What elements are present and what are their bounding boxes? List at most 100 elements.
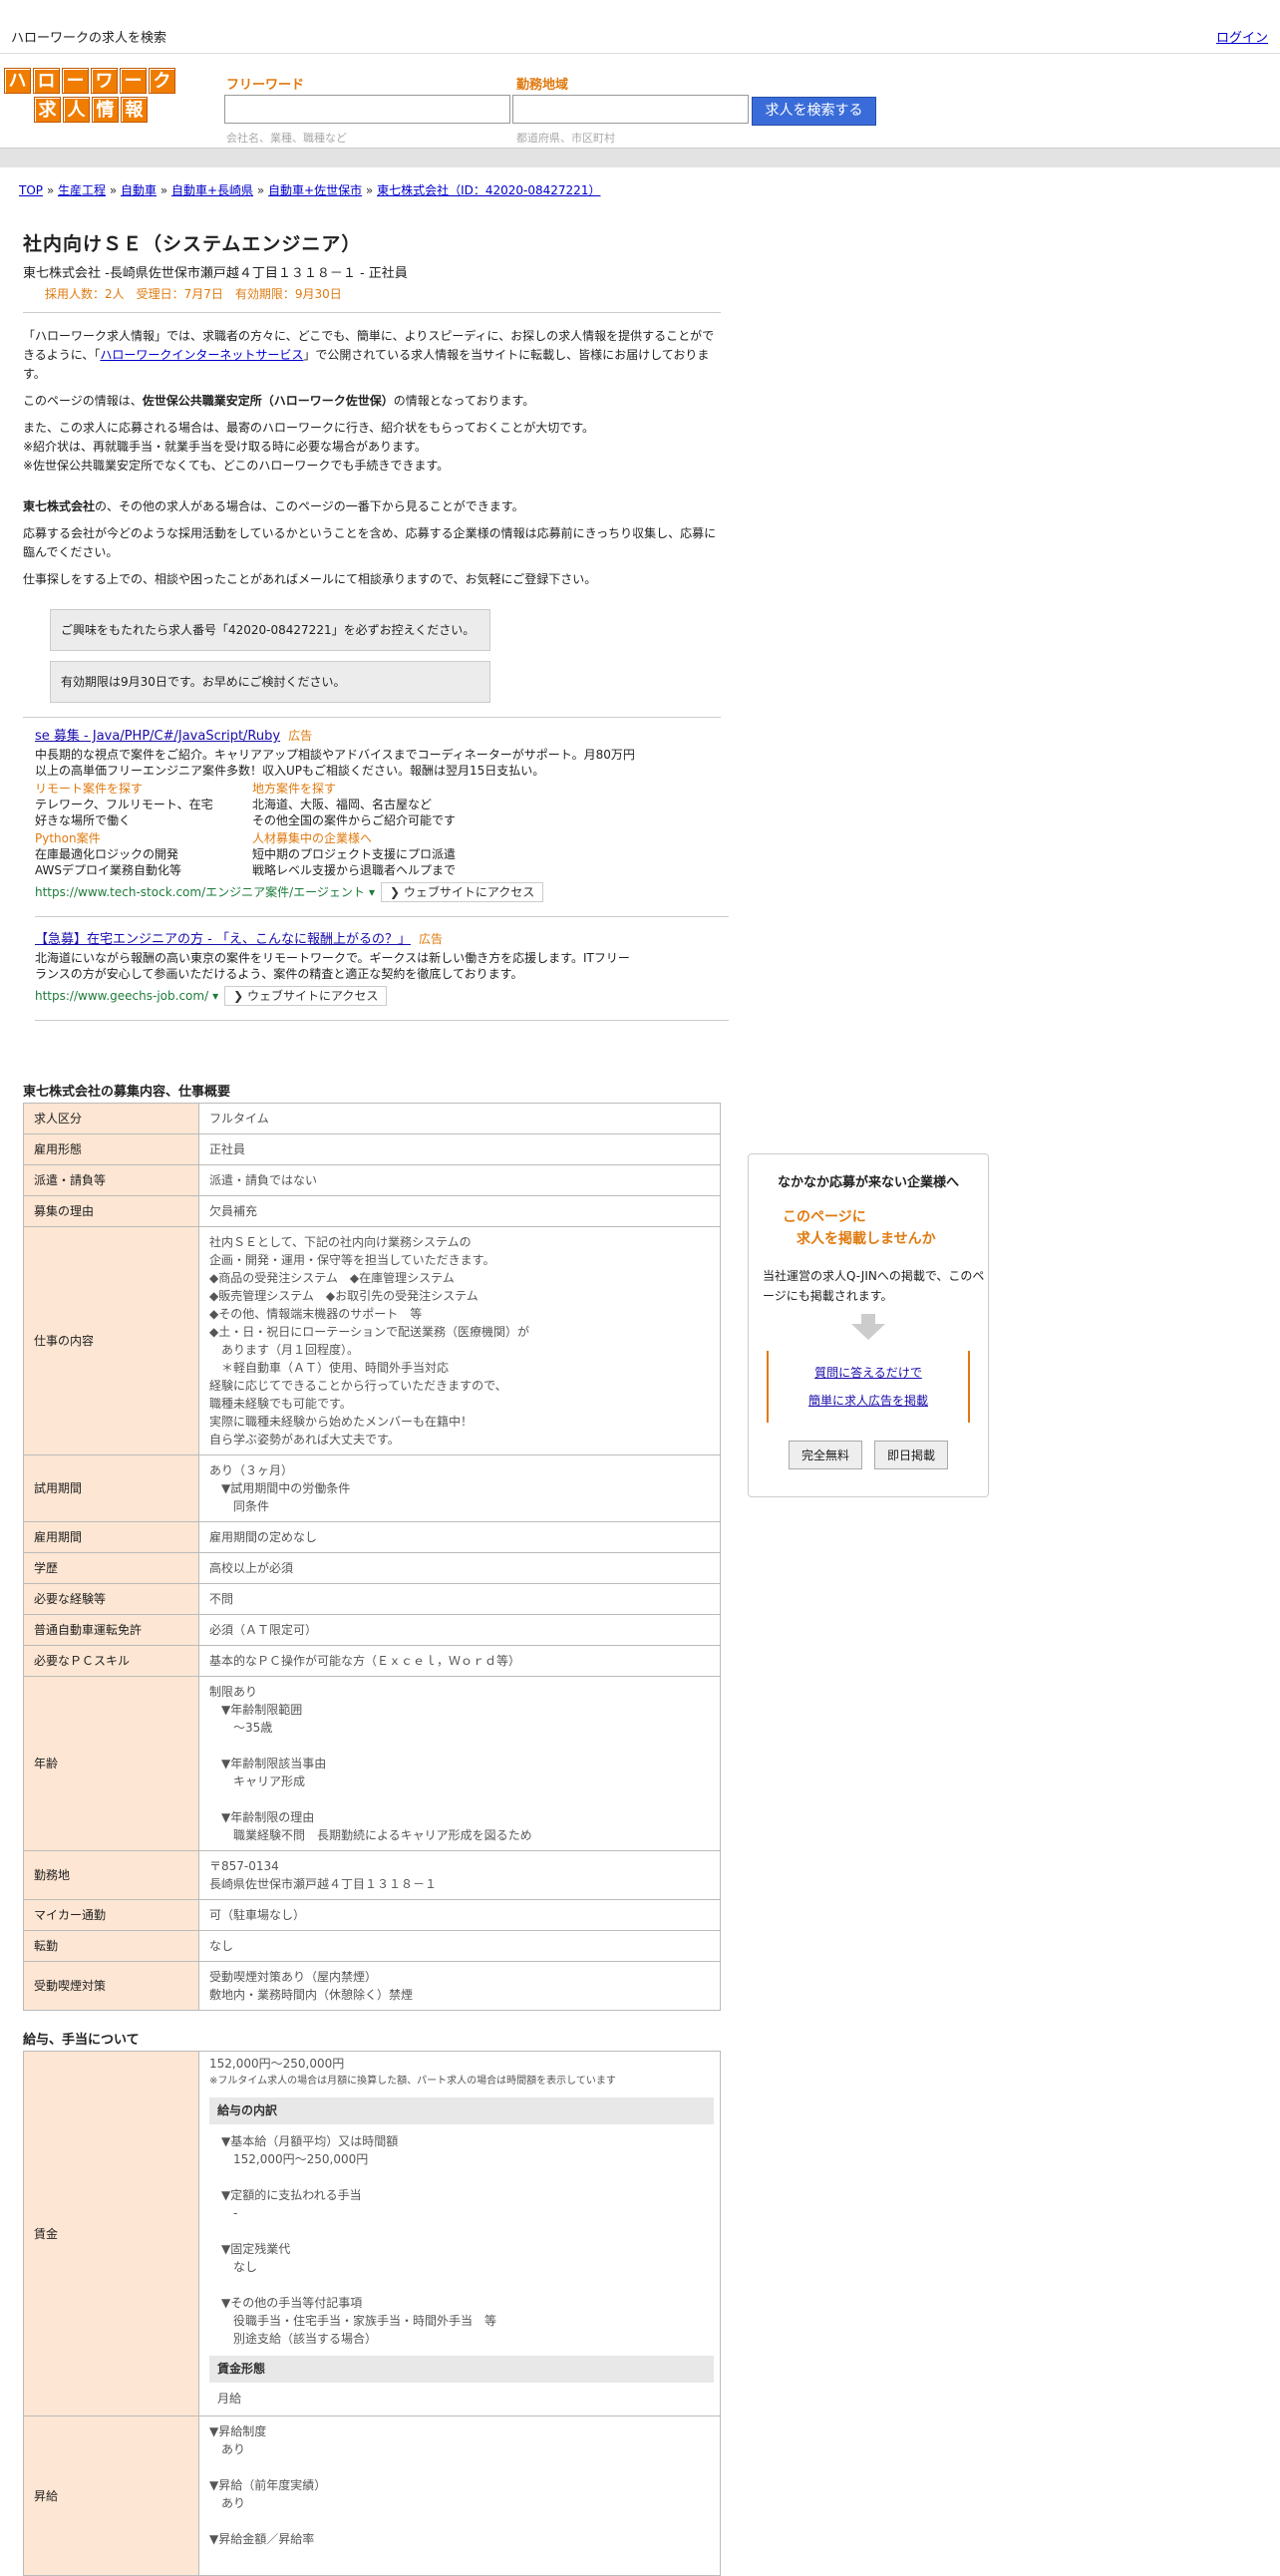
- ad-url-row: https://www.tech-stock.com/エンジニア案件/エージェン…: [35, 882, 641, 902]
- row-value: 〒857-0134 長崎県佐世保市瀬戸越４丁目１３１８－１: [198, 1850, 721, 1900]
- row-value: 正社員: [198, 1133, 721, 1165]
- consult-paragraph: 仕事探しをする上での、相談や困ったことがあればメールにて相談承りますので、お気軽…: [23, 572, 597, 586]
- logo-char: 人: [63, 97, 90, 123]
- row-value: 受動喫煙対策あり（屋内禁煙） 敷地内・業務時間内（休憩除く）禁煙: [198, 1961, 721, 2011]
- referral-note-2: ※佐世保公共職業安定所でなくても、どこのハローワークでも手続きできます。: [23, 459, 450, 473]
- divider: [35, 1020, 729, 1021]
- logo-char: ク: [149, 68, 175, 94]
- ad-url[interactable]: https://www.tech-stock.com/エンジニア案件/エージェン…: [35, 884, 365, 900]
- job-number-notice: ご興味をもたれたら求人番号「42020-08427221」を必ずお控えください。: [50, 609, 490, 651]
- breadcrumb-industry[interactable]: 自動車: [121, 183, 157, 197]
- freeword-label: フリーワード: [226, 78, 305, 93]
- freeword-hint: 会社名、業種、職種など: [226, 132, 347, 145]
- row-value: 必須（ＡＴ限定可）: [198, 1614, 721, 1646]
- row-label: 求人区分: [23, 1103, 199, 1134]
- table-row: マイカー通勤 可（駐車場なし）: [23, 1899, 721, 1931]
- ad-sitelinks-row: Python案件 在庫最適化ロジックの開発 AWSデプロイ業務自動化等 人材募集…: [35, 830, 641, 878]
- row-label: 年齢: [23, 1676, 199, 1851]
- header-divider-bar: [0, 148, 1280, 167]
- ad-badge: 広告: [288, 729, 313, 743]
- visit-website-button[interactable]: ❯ ウェブサイトにアクセス: [224, 986, 388, 1006]
- breadcrumb-prefecture[interactable]: 自動車+長崎県: [171, 183, 253, 197]
- logo-char: ロ: [33, 68, 60, 94]
- row-value: 制限あり ▼年齢制限範囲 〜35歳 ▼年齢制限該当事由 キャリア形成 ▼年齢制限…: [198, 1676, 721, 1851]
- freeword-input[interactable]: [224, 95, 510, 124]
- promo-headline-line: このページに: [783, 1209, 866, 1225]
- breadcrumb-top[interactable]: TOP: [19, 183, 43, 197]
- ad-url[interactable]: https://www.geechs-job.com/: [35, 988, 208, 1004]
- table-row: 求人区分 フルタイム: [23, 1103, 721, 1134]
- search-header: ハ ロ ー ワ ー ク 求 人 情 報 フリーワード 会社名、業種、職種など 勤…: [0, 55, 1280, 148]
- ad-sitelink[interactable]: Python案件 在庫最適化ロジックの開発 AWSデプロイ業務自動化等: [35, 830, 252, 878]
- area-label: 勤務地域: [516, 78, 569, 93]
- logo-row-1: ハ ロ ー ワ ー ク: [4, 68, 179, 94]
- hellowork-service-link[interactable]: ハローワークインターネットサービス: [100, 348, 303, 362]
- section-heading: 東七株式会社の募集内容、仕事概要: [23, 1085, 231, 1100]
- row-label: 雇用期間: [23, 1521, 199, 1553]
- job-spec-table: 求人区分 フルタイム 雇用形態 正社員 派遣・請負等 派遣・請負ではない 募集の理由 欠員補充…: [23, 1103, 721, 2011]
- ad-sitelink-text: 短中期のプロジェクト支援にプロ派遣: [252, 847, 457, 861]
- row-label: マイカー通勤: [23, 1899, 199, 1931]
- ad-sitelink[interactable]: リモート案件を探す テレワーク、フルリモート、在宅 好きな場所で働く: [35, 781, 252, 828]
- logo-char: ー: [62, 68, 89, 94]
- login-link[interactable]: ログイン: [1216, 27, 1268, 46]
- row-label: 普通自動車運転免許: [23, 1614, 199, 1646]
- promo-link-post-ad[interactable]: 簡単に求人広告を掲載: [808, 1394, 928, 1408]
- area-input[interactable]: [512, 95, 749, 124]
- row-value: 社内ＳＥとして、下記の社内向け業務システムの 企画・開発・運用・保守等を担当して…: [198, 1226, 721, 1455]
- row-label: 昇給: [23, 2415, 199, 2576]
- ad-sitelink-title: 人材募集中の企業様へ: [252, 831, 373, 845]
- row-label: 募集の理由: [23, 1195, 199, 1227]
- same-day-button[interactable]: 即日掲載: [874, 1441, 949, 1469]
- logo-char: 情: [92, 97, 119, 123]
- chevron-down-icon[interactable]: ▾: [369, 884, 375, 900]
- breadcrumb: TOP » 生産工程 » 自動車 » 自動車+長崎県 » 自動車+佐世保市 » …: [19, 181, 600, 198]
- visit-website-button[interactable]: ❯ ウェブサイトにアクセス: [380, 882, 544, 902]
- row-label: 学歴: [23, 1552, 199, 1584]
- breadcrumb-company[interactable]: 東七株式会社（ID：42020-08427221）: [377, 183, 600, 197]
- row-value: 可（駐車場なし）: [198, 1899, 721, 1931]
- intro-paragraph: 「ハローワーク求人情報」では、求職者の方々に、どこでも、簡単に、よりスピーディに…: [23, 327, 721, 384]
- row-label: 必要な経験等: [23, 1583, 199, 1615]
- row-value: ▼昇給制度 あり ▼昇給（前年度実績） あり ▼昇給金額／昇給率: [198, 2415, 721, 2576]
- wage-range: 152,000円〜250,000円: [209, 2057, 345, 2071]
- ad-sitelink[interactable]: 地方案件を探す 北海道、大阪、福岡、名古屋など その他全国の案件からご紹介可能で…: [252, 781, 470, 828]
- source-text: の情報となっております。: [393, 394, 535, 408]
- row-label: 転勤: [23, 1930, 199, 1962]
- other-jobs-paragraph: 東七株式会社の、その他の求人がある場合は、このページの一番下から見ることができま…: [23, 497, 721, 516]
- table-row: 雇用期間 雇用期間の定めなし: [23, 1521, 721, 1553]
- search-button[interactable]: 求人を検索する: [752, 97, 876, 126]
- promo-headline: このページに 求人を掲載しませんか: [749, 1206, 988, 1250]
- source-office: 佐世保公共職業安定所（ハローワーク佐世保）: [142, 394, 394, 408]
- advertise-promo-box: なかなか応募が来ない企業様へ このページに 求人を掲載しませんか 当社運営の求人…: [748, 1153, 989, 1497]
- row-label: 試用期間: [23, 1454, 199, 1522]
- ad-url-row: https://www.geechs-job.com/ ▾ ❯ ウェブサイトにア…: [35, 986, 641, 1006]
- row-value: 高校以上が必須: [198, 1552, 721, 1584]
- promo-link-question[interactable]: 質問に答えるだけで: [814, 1366, 922, 1380]
- ad-sitelink[interactable]: 人材募集中の企業様へ 短中期のプロジェクト支援にプロ派遣 戦略レベル支援から退職…: [252, 830, 470, 878]
- table-row: 雇用形態 正社員: [23, 1133, 721, 1165]
- breadcrumb-sep: »: [362, 183, 378, 197]
- advice-paragraph: 応募する会社が今どのような採用活動をしているかということを含め、応募する企業様の…: [23, 526, 717, 559]
- main-content: 社内向けＳＥ（システムエンジニア） 東七株式会社 -長崎県佐世保市瀬戸越４丁目１…: [23, 229, 729, 2576]
- table-row: 普通自動車運転免許 必須（ＡＴ限定可）: [23, 1614, 721, 1646]
- chevron-down-icon[interactable]: ▾: [212, 988, 218, 1004]
- job-title: 社内向けＳＥ（システムエンジニア）: [23, 233, 362, 255]
- free-button[interactable]: 完全無料: [788, 1441, 862, 1469]
- source-text: このページの情報は、: [23, 394, 143, 408]
- breadcrumb-city[interactable]: 自動車+佐世保市: [268, 183, 362, 197]
- wage-form-value: 月給: [217, 2392, 242, 2406]
- job-meta: 採用人数：2人 受理日：7月7日 有効期限：9月30日: [45, 287, 342, 301]
- ad-sitelink-text: AWSデプロイ業務自動化等: [35, 863, 182, 877]
- logo-char: ハ: [4, 68, 31, 94]
- table-row: 転勤 なし: [23, 1930, 721, 1962]
- pay-table: 賃金 152,000円〜250,000円 ※フルタイム求人の場合は月額に換算した…: [23, 2051, 721, 2576]
- site-logo[interactable]: ハ ロ ー ワ ー ク 求 人 情 報: [4, 68, 179, 124]
- ad-sitelink-text: 好きな場所で働く: [35, 813, 132, 827]
- ad-title-link[interactable]: 【急募】在宅エンジニアの方 - 「え、こんなに報酬上がるの？」: [35, 932, 411, 947]
- divider: [23, 312, 721, 313]
- breadcrumb-category[interactable]: 生産工程: [58, 183, 106, 197]
- ad-title-link[interactable]: se 募集 - Java/PHP/C#/JavaScript/Ruby: [35, 729, 280, 744]
- section-heading: 給与、手当について: [23, 2033, 140, 2048]
- ad-sitelink-text: その他全国の案件からご紹介可能です: [252, 813, 457, 827]
